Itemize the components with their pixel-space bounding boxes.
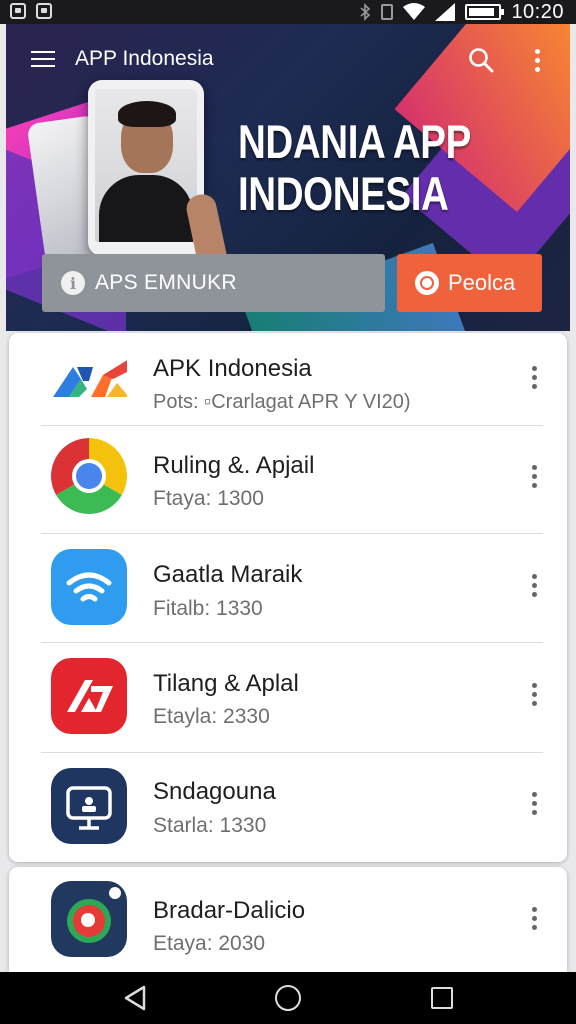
app-title: Sndagouna [153, 778, 276, 805]
recents-icon[interactable] [431, 987, 453, 1009]
app-title: APP Indonesia [75, 47, 214, 70]
app-title: Ruling &. Apjail [153, 452, 315, 479]
hamburger-menu-icon[interactable] [31, 51, 55, 69]
clock: 10:20 [511, 0, 564, 23]
monitor-app-icon [51, 768, 127, 844]
status-bar: 10:20 [0, 0, 576, 24]
list-item[interactable]: Ruling &. Apjail Ftaya: 1300 [9, 426, 567, 534]
image-icon [36, 3, 52, 19]
info-button[interactable]: i APS EMNUKR [42, 254, 385, 312]
chrome-icon [51, 438, 127, 514]
more-options-icon[interactable] [529, 465, 539, 489]
system-nav-bar [0, 972, 576, 1024]
bluetooth-icon [360, 3, 371, 21]
chat-icon [415, 271, 439, 295]
app-title: Bradar-Dalicio [153, 897, 306, 924]
list-item[interactable]: Tilang & Aplal Etayla: 2330 [9, 643, 567, 753]
list-item[interactable]: Gaatla Maraik Fitalb: 1330 [9, 534, 567, 643]
app-subtitle: Etayla: 2330 [153, 705, 270, 728]
wifi-icon [403, 3, 426, 20]
overflow-menu-icon[interactable] [530, 49, 544, 73]
app-subtitle: Pots: ▫Crarlagat APR Y VI20) [153, 391, 411, 413]
info-button-label: APS EMNUKR [95, 271, 237, 294]
screenshot-icon [10, 3, 26, 19]
list-item[interactable]: Bradar-Dalicio Etaya: 2030 [9, 867, 567, 972]
accent-button-label: Peolca [448, 270, 516, 295]
red-circle-app-icon [51, 881, 127, 957]
list-item[interactable]: APK Indonesia Pots: ▫Crarlagat APR Y VI2… [9, 333, 567, 426]
search-icon[interactable] [468, 47, 494, 73]
hero-heading: NDANIA APP INDONESIA [238, 116, 500, 220]
red-app-icon [51, 658, 127, 734]
app-list-card: APK Indonesia Pots: ▫Crarlagat APR Y VI2… [9, 333, 567, 862]
info-icon: i [61, 271, 85, 295]
more-options-icon[interactable] [529, 907, 539, 931]
more-options-icon[interactable] [529, 366, 539, 390]
app-subtitle: Starla: 1330 [153, 814, 267, 837]
app-title: Gaatla Maraik [153, 561, 303, 588]
more-options-icon[interactable] [529, 683, 539, 707]
app-bar: APP Indonesia [6, 24, 570, 96]
app-subtitle: Ftaya: 1300 [153, 487, 264, 510]
app-subtitle: Fitalb: 1330 [153, 597, 263, 620]
home-icon[interactable] [275, 985, 301, 1011]
app-title: Tilang & Aplal [153, 670, 299, 697]
vibrate-icon [381, 4, 394, 20]
apk-indonesia-logo [53, 360, 127, 397]
list-item[interactable]: Sndagouna Starla: 1330 [9, 753, 567, 862]
more-options-icon[interactable] [529, 574, 539, 598]
app-title: APK Indonesia [153, 355, 312, 382]
hero-line-2: INDONESIA [238, 167, 449, 220]
phone-illustration [88, 80, 204, 256]
back-icon[interactable] [124, 985, 146, 1011]
app-subtitle: Etaya: 2030 [153, 932, 266, 955]
battery-icon [465, 4, 505, 20]
signal-icon [435, 3, 456, 21]
more-options-icon[interactable] [529, 792, 539, 816]
hero-line-1: NDANIA APP [238, 115, 471, 168]
wifi-app-icon [51, 549, 127, 625]
hero-banner: NDANIA APP INDONESIA APP Indonesia i APS… [6, 24, 570, 331]
accent-button[interactable]: Peolca [397, 254, 542, 312]
